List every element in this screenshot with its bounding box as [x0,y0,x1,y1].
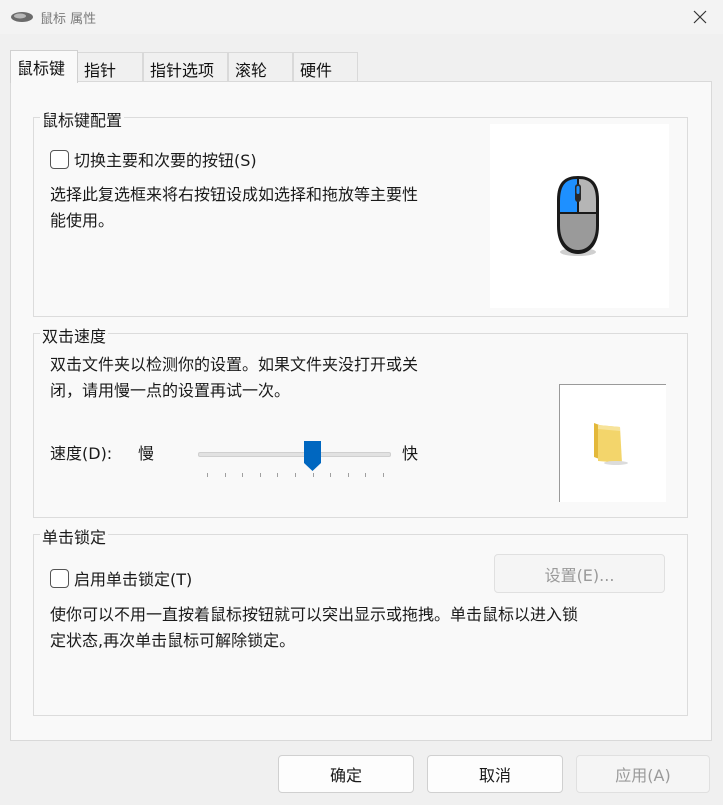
slider-tick [347,473,349,477]
slider-tick [383,473,384,477]
slider-tick [312,473,314,477]
mouse-app-icon [11,12,33,22]
double-click-description: 双击文件夹以检测你的设置。如果文件夹没打开或关 闭，请用慢一点的设置再试一次。 [50,352,480,404]
speed-slider-track[interactable] [198,452,391,457]
fast-label: 快 [402,444,419,463]
click-lock-label: 启用单击锁定(T) [74,570,193,589]
click-lock-description-line1: 使你可以不用一直按着鼠标按钮就可以突出显示或拖拽。单击鼠标以进入锁 [50,605,579,624]
click-lock-checkbox-row[interactable]: 启用单击锁定(T) [50,566,192,590]
title-bar: 鼠标 属性 [0,0,723,34]
slow-label: 慢 [138,444,155,463]
cancel-button[interactable]: 取消 [427,755,563,793]
tab-pointer-options[interactable]: 指针选项 [143,52,228,82]
tab-buttons[interactable]: 鼠标键 [10,50,78,83]
double-click-description-line2: 闭，请用慢一点的设置再试一次。 [50,381,291,400]
switch-buttons-checkbox-row[interactable]: 切换主要和次要的按钮(S) [50,147,257,171]
folder-icon[interactable] [590,419,630,465]
slider-tick [207,473,208,477]
speed-slider-thumb[interactable] [304,441,322,471]
click-lock-checkbox[interactable] [50,568,69,588]
mouse-icon [557,176,599,256]
click-lock-description: 使你可以不用一直按着鼠标按钮就可以突出显示或拖拽。单击鼠标以进入锁 定状态,再次… [50,602,670,654]
slider-tick [277,473,279,477]
apply-button[interactable]: 应用(A) [576,755,710,793]
slider-tick [365,473,367,477]
switch-buttons-label: 切换主要和次要的按钮(S) [74,151,257,170]
speed-label: 速度(D): [50,444,113,463]
test-folder-area[interactable] [559,384,666,502]
click-lock-settings-button[interactable]: 设置(E)... [494,554,665,593]
ok-button[interactable]: 确定 [278,755,414,793]
click-lock-description-line2: 定状态,再次单击鼠标可解除锁定。 [50,631,296,650]
slider-tick [295,473,296,477]
switch-buttons-checkbox[interactable] [50,149,69,169]
window-title: 鼠标 属性 [40,12,97,27]
tab-wheel[interactable]: 滚轮 [228,52,293,82]
button-config-description-line1: 选择此复选框来将右按钮设成如选择和拖放等主要性 [50,185,419,204]
slider-tick [242,473,244,477]
double-click-title: 双击速度 [40,323,109,347]
double-click-description-line1: 双击文件夹以检测你的设置。如果文件夹没打开或关 [50,355,419,374]
tab-hardware[interactable]: 硬件 [293,52,358,82]
button-config-description-line2: 能使用。 [50,211,115,230]
mouse-preview [490,124,669,308]
tab-pointers[interactable]: 指针 [77,52,143,82]
click-lock-title: 单击锁定 [40,524,109,548]
close-button[interactable] [677,0,723,34]
slider-tick [330,473,332,477]
close-icon [693,10,707,24]
button-config-title: 鼠标键配置 [40,107,125,131]
slider-tick [224,473,226,477]
slider-tick [259,473,261,477]
button-config-description: 选择此复选框来将右按钮设成如选择和拖放等主要性 能使用。 [50,182,480,234]
